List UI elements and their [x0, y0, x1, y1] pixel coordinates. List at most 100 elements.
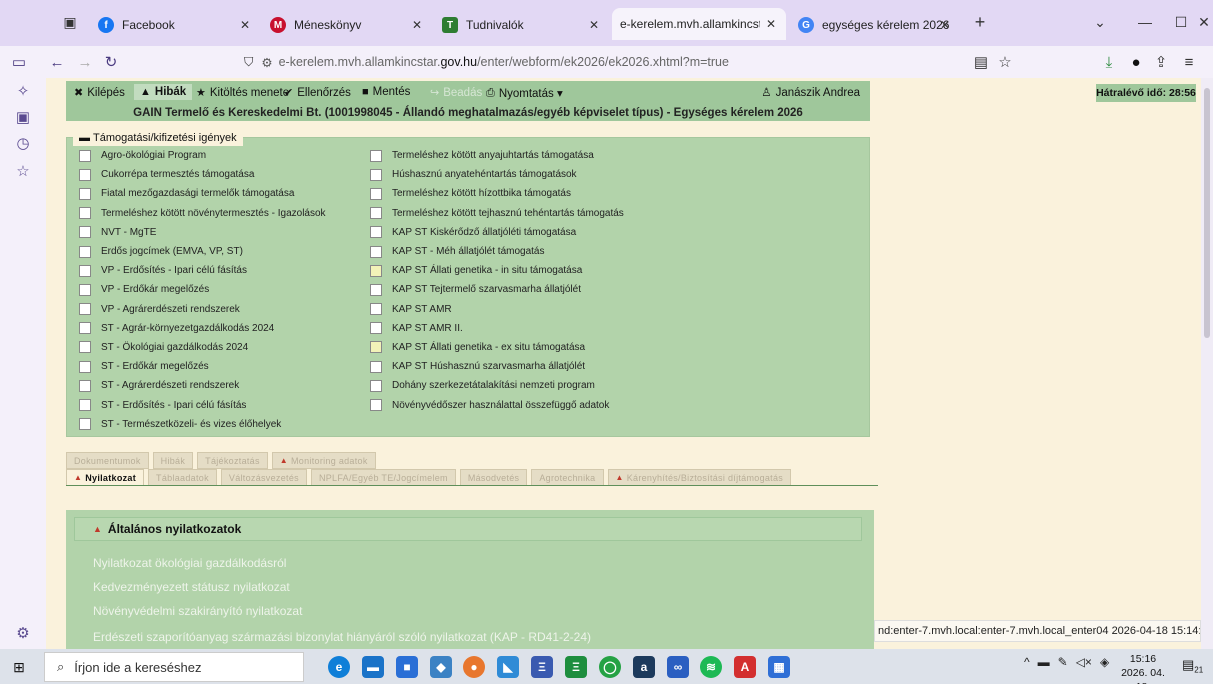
browser-tab-facebook[interactable]: f Facebook ✕	[90, 10, 260, 40]
tab-list-dropdown[interactable]: ⌄	[1080, 8, 1120, 36]
claim-row[interactable]: Termeléshez kötött növénytermesztés - Ig…	[79, 204, 326, 223]
file-explorer-icon[interactable]: ▬	[362, 656, 384, 678]
app-icon[interactable]: Ξ	[531, 656, 553, 678]
claim-checkbox[interactable]	[370, 187, 382, 200]
declaration-item[interactable]: Kedvezményezett státusz nyilatkozat	[93, 580, 290, 594]
close-tab-icon[interactable]: ✕	[240, 18, 250, 32]
app-icon[interactable]: a	[633, 656, 655, 678]
claim-checkbox[interactable]	[79, 149, 91, 162]
browser-tab-tudnivalok[interactable]: T Tudnivalók ✕	[434, 10, 609, 40]
page-scrollbar[interactable]	[1201, 78, 1213, 649]
tab-6[interactable]: ▲ Kárenyhítés/Biztosítási díjtámogatás	[607, 469, 792, 486]
claim-row[interactable]: ST - Agrárerdészeti rendszerek	[79, 376, 326, 395]
save-button[interactable]: ■ Mentés	[362, 86, 410, 98]
claim-row[interactable]: Termeléshez kötött hízottbika támogatás	[370, 184, 624, 203]
claim-row[interactable]: KAP ST Állati genetika - ex situ támogat…	[370, 338, 624, 357]
pen-icon[interactable]: ✎	[1058, 655, 1068, 669]
claim-row[interactable]: VP - Erdősítés - Ipari célú fásítás	[79, 261, 326, 280]
tab-2[interactable]: Változásvezetés	[220, 469, 307, 486]
tab-1[interactable]: Hibák	[152, 452, 194, 469]
security-icon[interactable]: ◈	[1100, 655, 1109, 669]
bookmark-star-icon[interactable]: ☆	[994, 52, 1016, 72]
claim-checkbox[interactable]	[370, 379, 382, 392]
claim-row[interactable]: Növényvédőszer használattal összefüggő a…	[370, 395, 624, 414]
claim-checkbox[interactable]	[79, 418, 91, 431]
forward-arrow-icon[interactable]: →	[74, 52, 96, 72]
app-icon[interactable]: ◣	[497, 656, 519, 678]
new-tab-button[interactable]: +	[960, 8, 1000, 36]
spotify-icon[interactable]: ≋	[700, 656, 722, 678]
claim-row[interactable]: Termeléshez kötött anyajuhtartás támogat…	[370, 146, 624, 165]
firefox-icon[interactable]: ●	[463, 656, 485, 678]
claim-checkbox[interactable]	[370, 168, 382, 181]
tab-0[interactable]: ▲ Nyilatkozat	[66, 469, 145, 486]
claim-checkbox[interactable]	[79, 245, 91, 258]
extension-icon[interactable]: ●	[1125, 52, 1147, 72]
download-icon[interactable]: ⤓	[1098, 52, 1120, 72]
claim-checkbox[interactable]	[79, 226, 91, 239]
app-icon[interactable]: ▦	[768, 656, 790, 678]
scrollbar-thumb[interactable]	[1204, 88, 1210, 338]
app-icon[interactable]: Ξ	[565, 656, 587, 678]
pdf-icon[interactable]: A	[734, 656, 756, 678]
bookmarks-icon[interactable]: ▣	[12, 106, 34, 128]
claim-row[interactable]: Dohány szerkezetátalakítási nemzeti prog…	[370, 376, 624, 395]
app-icon[interactable]: ◆	[430, 656, 452, 678]
claim-checkbox[interactable]	[370, 341, 382, 354]
claim-checkbox[interactable]	[370, 207, 382, 220]
tab-3[interactable]: ▲ Monitoring adatok	[271, 452, 376, 469]
taskbar-clock[interactable]: 15:16 2026. 04. 18.	[1113, 652, 1173, 684]
tab-1[interactable]: Táblaadatok	[148, 469, 217, 486]
close-tab-icon[interactable]: ✕	[766, 17, 776, 31]
reader-view-icon[interactable]: ▤	[970, 52, 992, 72]
declaration-item[interactable]: Erdészeti szaporítóanyag származási bizo…	[93, 630, 591, 644]
history-icon[interactable]: ◷	[12, 132, 34, 154]
claim-checkbox[interactable]	[370, 245, 382, 258]
claim-row[interactable]: KAP ST AMR	[370, 300, 624, 319]
claim-row[interactable]: Húshasznú anyatehéntartás támogatások	[370, 165, 624, 184]
address-bar[interactable]: ⛉ ⚙ e-kerelem.mvh.allamkincstar. gov.hu/e…	[244, 50, 1004, 74]
settings-gear-icon[interactable]: ⚙	[12, 622, 34, 644]
browser-tab-ekerelem[interactable]: e-kerelem.mvh.allamkincstar.gov.hu ✕	[612, 8, 786, 40]
claim-row[interactable]: KAP ST Kiskérődző állatjóléti támogatása	[370, 223, 624, 242]
claim-row[interactable]: ST - Erdősítés - Ipari célú fásítás	[79, 395, 326, 414]
print-button[interactable]: ⎙ Nyomtatás ▾	[486, 86, 563, 101]
tab-0[interactable]: Dokumentumok	[66, 452, 149, 469]
logout-button[interactable]: ✖ Kilépés	[74, 86, 125, 100]
claim-row[interactable]: KAP ST Húshasznú szarvasmarha állatjólét	[370, 357, 624, 376]
browser-tab-google[interactable]: G egységes kérelem 2026 - Goog ✕	[790, 10, 960, 40]
claim-checkbox[interactable]	[79, 207, 91, 220]
volume-icon[interactable]: ◁×	[1076, 655, 1092, 669]
reload-icon[interactable]: ↻	[100, 52, 122, 72]
claim-checkbox[interactable]	[370, 303, 382, 316]
menu-icon[interactable]: ≡	[1178, 52, 1200, 72]
favorites-star-icon[interactable]: ☆	[12, 160, 34, 182]
tab-overview-icon[interactable]: ▣	[50, 8, 90, 36]
maximize-button[interactable]: ☐	[1163, 8, 1199, 36]
claim-row[interactable]: Erdős jogcímek (EMVA, VP, ST)	[79, 242, 326, 261]
claim-row[interactable]: ST - Ökológiai gazdálkodás 2024	[79, 338, 326, 357]
claim-checkbox[interactable]	[79, 303, 91, 316]
app-icon[interactable]: ∞	[667, 656, 689, 678]
declaration-item[interactable]: Nyilatkozat ökológiai gazdálkodásról	[93, 556, 286, 570]
claim-row[interactable]: ST - Erdőkár megelőzés	[79, 357, 326, 376]
minimize-button[interactable]: —	[1125, 8, 1165, 36]
claim-row[interactable]: VP - Agrárerdészeti rendszerek	[79, 300, 326, 319]
claim-checkbox[interactable]	[79, 187, 91, 200]
claim-checkbox[interactable]	[370, 283, 382, 296]
tab-3[interactable]: NPLFA/Egyéb TE/Jogcímelem	[310, 469, 456, 486]
submit-button[interactable]: ↪ Beadás	[430, 86, 482, 100]
claim-row[interactable]: NVT - MgTE	[79, 223, 326, 242]
tab-5[interactable]: Agrotechnika	[531, 469, 604, 486]
tab-4[interactable]: Másodvetés	[459, 469, 528, 486]
claim-row[interactable]: KAP ST - Méh állatjólét támogatás	[370, 242, 624, 261]
system-tray[interactable]: ^ ▬ ✎ ◁× ◈	[1024, 655, 1109, 669]
claim-row[interactable]: ST - Agrár-környezetgazdálkodás 2024	[79, 319, 326, 338]
claim-row[interactable]: KAP ST AMR II.	[370, 319, 624, 338]
general-declarations-header[interactable]: ▲ Általános nyilatkozatok	[74, 517, 862, 541]
edge-icon[interactable]: e	[328, 656, 350, 678]
sidebar-toggle-icon[interactable]: ▭	[8, 52, 30, 72]
fieldset-legend[interactable]: ▬ Támogatási/kifizetési igények	[73, 130, 243, 146]
claim-checkbox[interactable]	[370, 322, 382, 335]
claim-checkbox[interactable]	[370, 264, 382, 277]
